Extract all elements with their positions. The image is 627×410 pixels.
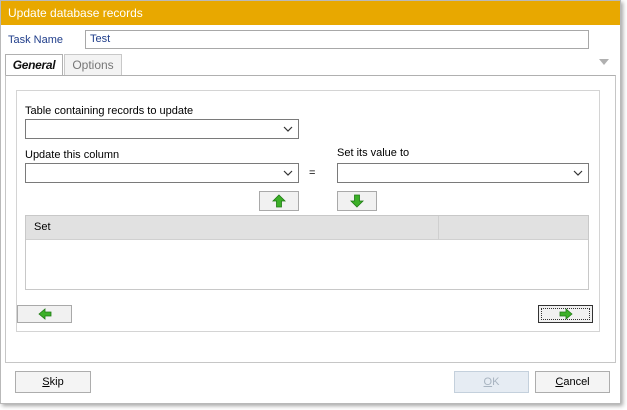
task-name-value: Test	[90, 33, 111, 45]
table-label: Table containing records to update	[25, 105, 194, 117]
cancel-label: ancel	[563, 376, 590, 388]
grid-header-row: Set	[26, 216, 588, 240]
ok-mnemonic: O	[483, 376, 493, 388]
column-select[interactable]	[25, 163, 299, 183]
grid-header-set: Set	[34, 221, 51, 233]
arrow-down-icon	[350, 194, 364, 208]
arrow-up-icon	[272, 194, 286, 208]
ok-button[interactable]: OK	[454, 371, 529, 393]
chevron-down-icon	[573, 170, 583, 176]
set-values-grid[interactable]: Set	[25, 215, 589, 290]
dialog-window: Update database records Task Name Test G…	[0, 0, 621, 404]
equals-sign: =	[309, 167, 316, 179]
set-value-select[interactable]	[337, 163, 589, 183]
tab-options[interactable]: Options	[64, 54, 122, 76]
cancel-button[interactable]: Cancel	[535, 371, 610, 393]
move-right-button[interactable]	[538, 305, 593, 323]
tab-general[interactable]: General	[5, 54, 63, 76]
ok-label: K	[492, 376, 500, 388]
chevron-down-icon	[283, 126, 293, 132]
task-name-input[interactable]: Test	[85, 30, 589, 49]
tab-overflow-chevron-icon[interactable]	[599, 59, 609, 65]
column-label: Update this column	[25, 149, 120, 161]
move-left-button[interactable]	[17, 305, 72, 323]
move-up-button[interactable]	[259, 191, 299, 211]
table-select[interactable]	[25, 119, 299, 139]
skip-label: kip	[49, 376, 64, 388]
move-down-button[interactable]	[337, 191, 377, 211]
set-value-label: Set its value to	[337, 147, 410, 159]
skip-mnemonic: S	[42, 376, 50, 388]
chevron-down-icon	[283, 170, 293, 176]
task-name-label: Task Name	[8, 34, 64, 46]
skip-button[interactable]: Skip	[15, 371, 91, 393]
arrow-left-icon	[37, 308, 51, 320]
arrow-right-icon	[559, 308, 573, 320]
window-title: Update database records	[1, 1, 620, 25]
grid-column-divider[interactable]	[438, 216, 439, 240]
